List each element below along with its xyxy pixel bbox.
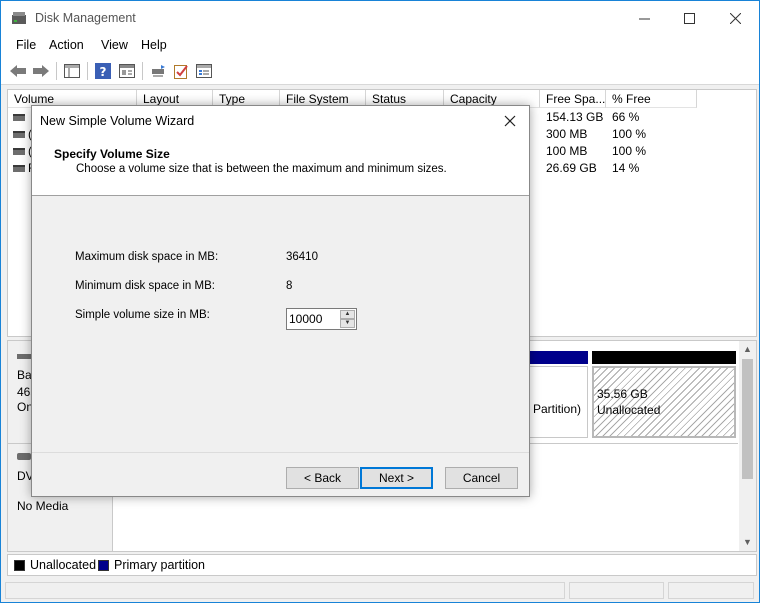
svg-text:?: ? [100, 65, 107, 79]
window-title: Disk Management [35, 11, 136, 25]
disk-connect-icon [152, 65, 165, 77]
forward-tool-button[interactable] [31, 61, 51, 81]
maximize-icon [683, 12, 695, 24]
partition-box[interactable]: a Partition) [520, 366, 588, 438]
help-tool-button[interactable]: ? [93, 61, 113, 81]
back-tool-button[interactable] [8, 61, 28, 81]
disk-management-app-icon [12, 12, 26, 24]
min-disk-space-value: 8 [286, 280, 293, 292]
dialog-title-bar: New Simple Volume Wizard [32, 106, 529, 136]
percent-free-cell: 100 % [612, 127, 647, 141]
dialog-close-button[interactable] [497, 109, 523, 133]
disk-management-window: Disk Management File Action View Help ? [0, 0, 760, 603]
minimize-icon [638, 18, 650, 19]
close-icon [504, 115, 516, 127]
properties-icon [119, 64, 135, 78]
free-space-cell: 26.69 GB [546, 161, 597, 175]
scroll-down-arrow-icon[interactable]: ▼ [739, 534, 756, 551]
maximize-button[interactable] [666, 1, 712, 35]
unallocated-region[interactable]: 35.56 GB Unallocated [592, 366, 736, 438]
legend: Unallocated Primary partition [7, 554, 757, 576]
volume-size-input[interactable] [288, 310, 340, 328]
legend-primary-partition: Primary partition [114, 558, 205, 572]
title-bar: Disk Management [1, 1, 759, 35]
scroll-up-arrow-icon[interactable]: ▲ [739, 341, 756, 358]
wizard-header: Specify Volume Size Choose a volume size… [32, 136, 529, 196]
menu-action[interactable]: Action [49, 38, 84, 52]
scrollbar-thumb[interactable] [742, 359, 753, 479]
menu-help[interactable]: Help [141, 38, 167, 52]
free-space-cell: 154.13 GB [546, 110, 604, 124]
unallocated-bar [592, 351, 736, 364]
column-header-percent-free[interactable]: % Free [606, 90, 697, 108]
dialog-title: New Simple Volume Wizard [40, 114, 195, 128]
percent-free-cell: 14 % [612, 161, 640, 175]
connect-disk-button[interactable] [148, 61, 168, 81]
volume-icon [13, 114, 25, 121]
cancel-button[interactable]: Cancel [445, 467, 518, 489]
settings-tool-button[interactable] [194, 61, 214, 81]
percent-free-cell: 100 % [612, 144, 647, 158]
wizard-footer: < Back Next > Cancel [32, 452, 529, 496]
percent-free-cell: 66 % [612, 110, 640, 124]
free-space-cell: 300 MB [546, 127, 588, 141]
forward-arrow-icon [33, 65, 49, 77]
toolbar: ? [1, 57, 759, 85]
unallocated-size: 35.56 GB [597, 387, 648, 401]
max-disk-space-value: 36410 [286, 251, 318, 263]
close-button[interactable] [712, 1, 758, 35]
legend-unallocated: Unallocated [30, 558, 97, 572]
disk-icon [17, 354, 31, 359]
volume-icon [13, 148, 25, 155]
menu-file[interactable]: File [16, 38, 36, 52]
volume-icon [13, 131, 25, 138]
close-icon [729, 12, 741, 24]
back-arrow-icon [10, 65, 26, 77]
checklist-tool-button[interactable] [171, 61, 191, 81]
properties-tool-button[interactable] [117, 61, 137, 81]
menu-bar: File Action View Help [1, 35, 759, 57]
spin-up-button[interactable]: ▲ [340, 310, 355, 319]
wizard-heading: Specify Volume Size [54, 147, 170, 161]
volume-icon [13, 165, 25, 172]
disk-map-scrollbar[interactable]: ▲ ▼ [739, 341, 756, 551]
free-space-cell: 100 MB [546, 144, 588, 158]
spin-down-button[interactable]: ▼ [340, 319, 355, 328]
column-header-free-space[interactable]: Free Spa... [540, 90, 606, 108]
unallocated-swatch [14, 560, 25, 571]
back-button[interactable]: < Back [286, 467, 359, 489]
menu-view[interactable]: View [101, 38, 128, 52]
new-simple-volume-wizard-dialog: New Simple Volume Wizard Specify Volume … [31, 105, 530, 497]
dvd-drive-icon [17, 453, 31, 460]
help-icon: ? [95, 63, 111, 79]
settings-list-icon [196, 64, 212, 78]
min-disk-space-label: Minimum disk space in MB: [75, 280, 215, 292]
primary-partition-swatch [98, 560, 109, 571]
wizard-subheading: Choose a volume size that is between the… [76, 163, 447, 175]
checklist-icon [174, 65, 188, 79]
show-hide-tree-button[interactable] [62, 61, 82, 81]
max-disk-space-label: Maximum disk space in MB: [75, 251, 219, 263]
volume-size-stepper[interactable]: ▲ ▼ [286, 308, 357, 330]
volume-size-label: Simple volume size in MB: [75, 309, 210, 321]
unallocated-label: Unallocated [597, 403, 661, 417]
console-tree-icon [64, 64, 80, 78]
minimize-button[interactable] [621, 1, 667, 35]
status-bar [1, 579, 759, 602]
primary-partition-bar [520, 351, 588, 364]
next-button[interactable]: Next > [360, 467, 433, 489]
